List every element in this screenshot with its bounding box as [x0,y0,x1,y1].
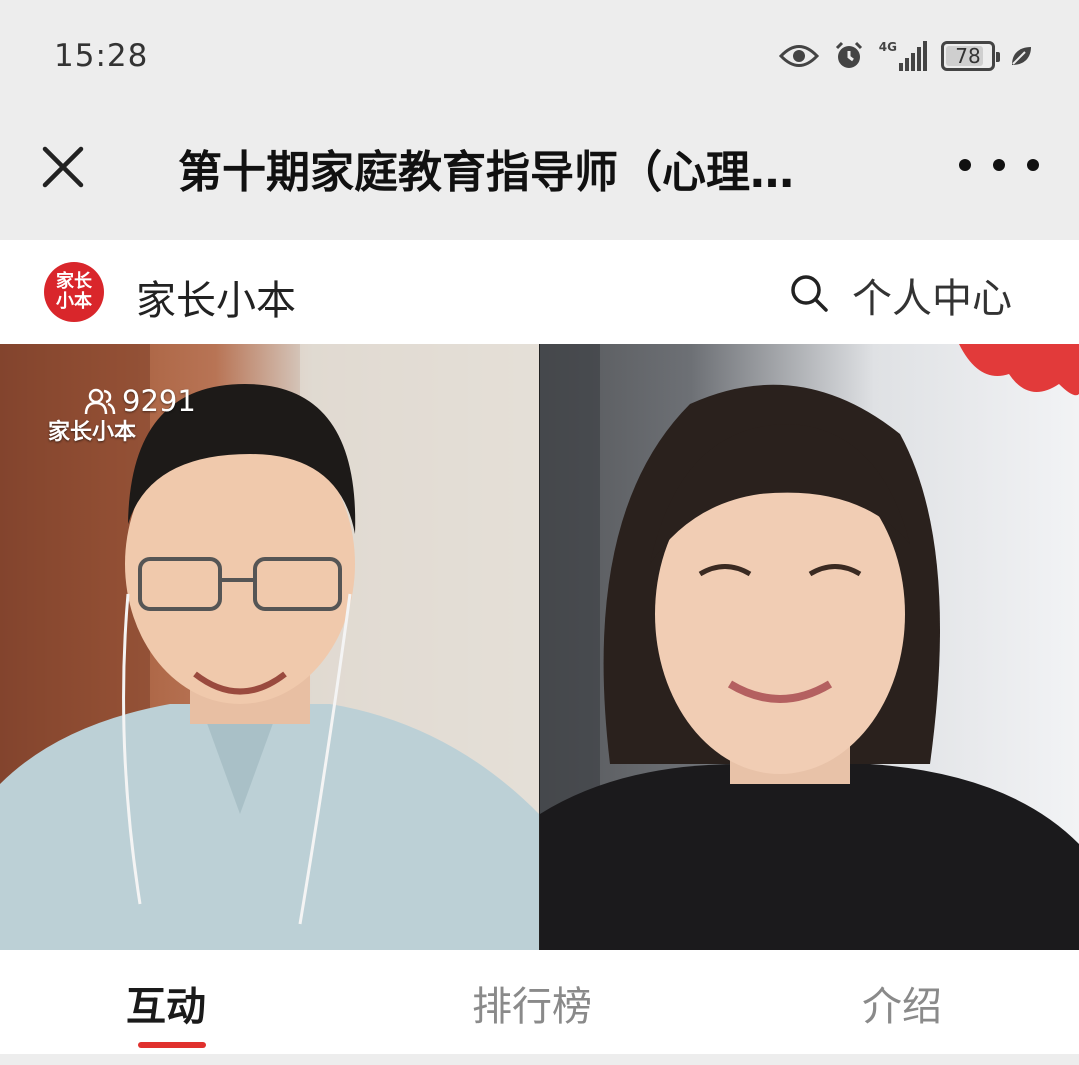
battery-level: 78 [955,44,981,68]
viewer-count-badge: 9291 [84,384,196,418]
signal-icon: 4G [879,41,927,71]
video-feed-guest [540,344,1079,950]
logo-text-line2: 小本 [56,291,92,312]
page-title: 第十期家庭教育指导师（心理… [178,147,794,198]
bottom-strip [0,1054,1079,1065]
close-button[interactable] [28,132,98,202]
eye-icon [778,43,819,69]
video-watermark: 家长小本 [48,420,137,445]
tab-introduction[interactable]: 介绍 [862,974,942,1032]
lantern-decoration [959,344,1079,396]
people-icon [84,388,116,415]
app-name[interactable]: 家长小本 [136,268,296,326]
app-header: 家长 小本 家长小本 个人中心 [0,240,1079,344]
status-bar: 15:28 4G 78 [0,0,1079,110]
alarm-icon [833,40,865,72]
active-tab-indicator [138,1042,206,1048]
personal-center-link[interactable]: 个人中心 [852,266,1012,324]
tab-bar: 互动 排行榜 介绍 [0,950,1079,1054]
network-label: 4G [878,40,897,54]
leaf-icon [1009,44,1033,68]
battery-icon: 78 [941,41,1000,71]
status-icons: 4G 78 [778,38,1033,74]
search-button[interactable] [786,270,832,316]
nav-bar: 第十期家庭教育指导师（心理… [0,110,1079,240]
search-icon [791,275,828,312]
more-icon-dot [993,159,1005,171]
video-feed-host: 9291 家长小本 [0,344,539,950]
guest-figure [540,344,1079,950]
more-icon-dot [1027,159,1039,171]
live-video[interactable]: 9291 家长小本 [0,344,1079,950]
logo-text-line1: 家长 [56,271,92,292]
close-icon [42,146,84,188]
app-logo[interactable]: 家长 小本 [44,262,104,322]
viewer-count: 9291 [122,384,196,418]
tab-interaction[interactable]: 互动 [126,974,206,1032]
more-icon-dot [959,159,971,171]
status-time: 15:28 [54,38,149,74]
tab-leaderboard[interactable]: 排行榜 [472,974,592,1032]
more-button[interactable] [959,140,1039,190]
